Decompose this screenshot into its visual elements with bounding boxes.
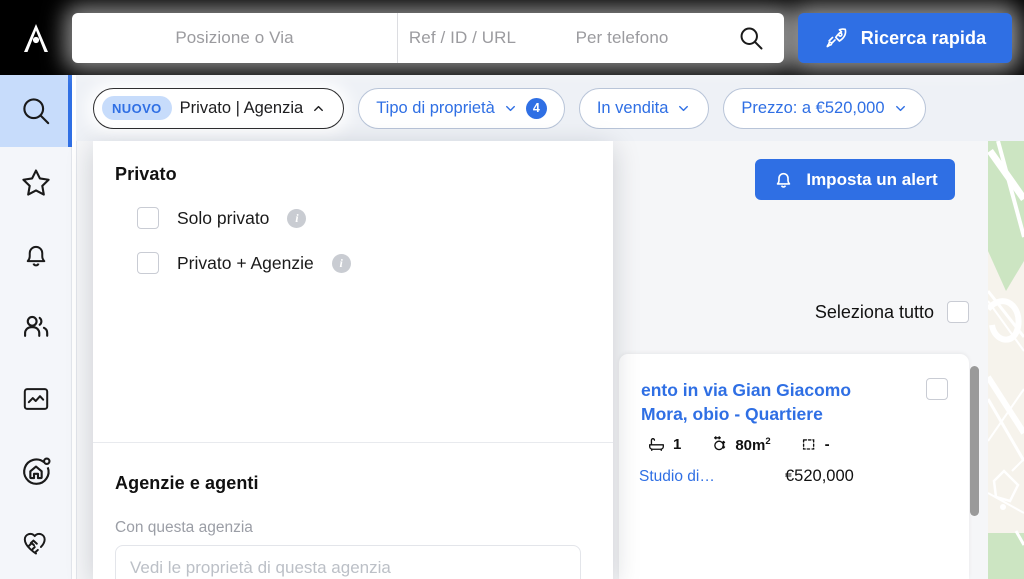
with-agency-input[interactable] (115, 545, 581, 579)
location-input[interactable]: Posizione o Via (72, 13, 397, 63)
select-all-checkbox[interactable] (947, 301, 969, 323)
filter-chip-label: Prezzo: a €520,000 (741, 98, 885, 117)
select-all-label: Seleziona tutto (814, 301, 934, 322)
spec-plot: - (799, 435, 830, 454)
info-icon[interactable]: i (287, 208, 307, 228)
app-root: Posizione o Via Ref / ID / URL Per telef… (0, 0, 1024, 579)
new-badge: NUOVO (102, 96, 172, 120)
sidebar-item-alerts[interactable] (0, 219, 72, 291)
top-bar: Posizione o Via Ref / ID / URL Per telef… (0, 0, 1024, 75)
left-sidebar (0, 75, 72, 579)
results-scrollbar[interactable] (970, 366, 979, 516)
search-icon (23, 98, 50, 125)
panel-divider (93, 442, 613, 443)
sidebar-item-favourites[interactable] (0, 147, 72, 219)
bathtub-icon (649, 438, 664, 452)
filter-count-badge: 4 (525, 97, 547, 119)
bell-icon (26, 245, 46, 267)
sidebar-item-contacts[interactable] (0, 291, 72, 363)
private-agency-dropdown-panel: Privato Solo privato i Privato + Agenzie… (93, 141, 613, 579)
property-title[interactable]: ento in via Gian Giacomo Mora, obio - Qu… (641, 378, 893, 426)
filter-chip-label: In vendita (596, 98, 669, 117)
quick-search-label: Ricerca rapida (860, 27, 987, 48)
logo-a-icon (24, 23, 48, 52)
filter-chip-property-type[interactable]: Tipo di proprietà 4 (358, 87, 565, 129)
privato-agenzie-checkbox[interactable] (137, 252, 159, 274)
plot-icon (802, 439, 814, 450)
spec-value: 80m2 (735, 435, 771, 454)
sidebar-item-search[interactable] (0, 75, 72, 147)
spec-value: 1 (673, 436, 682, 453)
property-specs: 1 80m2 - (647, 435, 830, 454)
panel-section-private-title: Privato (115, 164, 177, 184)
search-submit-button[interactable] (717, 13, 784, 63)
rocket-icon (826, 27, 847, 47)
filter-bar: NUOVO Privato | Agenzia Tipo di propriet… (76, 75, 1024, 141)
people-icon (24, 315, 49, 337)
bell-icon (777, 172, 791, 188)
chart-image-icon (23, 388, 49, 410)
search-icon (740, 27, 762, 50)
privato-agenzie-label: Privato + Agenzie (177, 252, 314, 273)
map-panel[interactable] (988, 141, 1024, 579)
solo-privato-checkbox[interactable] (137, 207, 159, 229)
spec-bathrooms: 1 (647, 435, 681, 454)
sidebar-item-reports[interactable] (0, 363, 72, 435)
solo-privato-label: Solo privato (177, 207, 270, 228)
area-icon (714, 436, 726, 451)
spec-area: 80m2 (709, 435, 771, 454)
handshake-heart-icon (23, 532, 46, 555)
filter-chip-price[interactable]: Prezzo: a €520,000 (723, 87, 926, 129)
app-logo[interactable] (0, 0, 72, 75)
search-bar: Posizione o Via Ref / ID / URL Per telef… (72, 13, 784, 63)
property-card[interactable]: ento in via Gian Giacomo Mora, obio - Qu… (619, 354, 969, 579)
property-price: €520,000 (785, 467, 854, 485)
with-agency-label: Con questa agenzia (115, 519, 253, 536)
set-alert-label: Imposta un alert (806, 169, 938, 189)
spec-value: - (824, 436, 830, 453)
home-circle-icon (23, 457, 51, 485)
sidebar-item-deals[interactable] (0, 507, 72, 579)
sidebar-item-properties[interactable] (0, 435, 72, 507)
filter-chip-label: Privato | Agenzia (179, 98, 304, 117)
star-icon (22, 169, 50, 196)
ref-id-url-input[interactable]: Ref / ID / URL (397, 13, 527, 63)
filter-chip-label: Tipo di proprietà (376, 98, 495, 117)
phone-input[interactable]: Per telefono (527, 13, 717, 63)
filter-chip-for-sale[interactable]: In vendita (578, 87, 710, 129)
filter-chip-private-agency[interactable]: NUOVO Privato | Agenzia (93, 87, 345, 129)
set-alert-button[interactable]: Imposta un alert (755, 159, 955, 200)
map-canvas (988, 141, 1024, 579)
chevron-down-icon (505, 105, 515, 111)
info-icon[interactable]: i (331, 253, 351, 273)
panel-section-agency-title: Agenzie e agenti (115, 473, 259, 493)
chevron-down-icon (895, 105, 905, 111)
property-select-checkbox[interactable] (926, 378, 948, 400)
chevron-up-icon (314, 105, 324, 111)
checkbox-row-privato-agenzie[interactable]: Privato + Agenzie i (137, 252, 351, 274)
select-all-row: Seleziona tutto (697, 299, 969, 325)
checkbox-row-solo-privato[interactable]: Solo privato i (137, 207, 307, 229)
chevron-down-icon (679, 105, 689, 111)
quick-search-button[interactable]: Ricerca rapida (798, 13, 1012, 63)
property-agency-link[interactable]: Studio di… (639, 468, 715, 486)
